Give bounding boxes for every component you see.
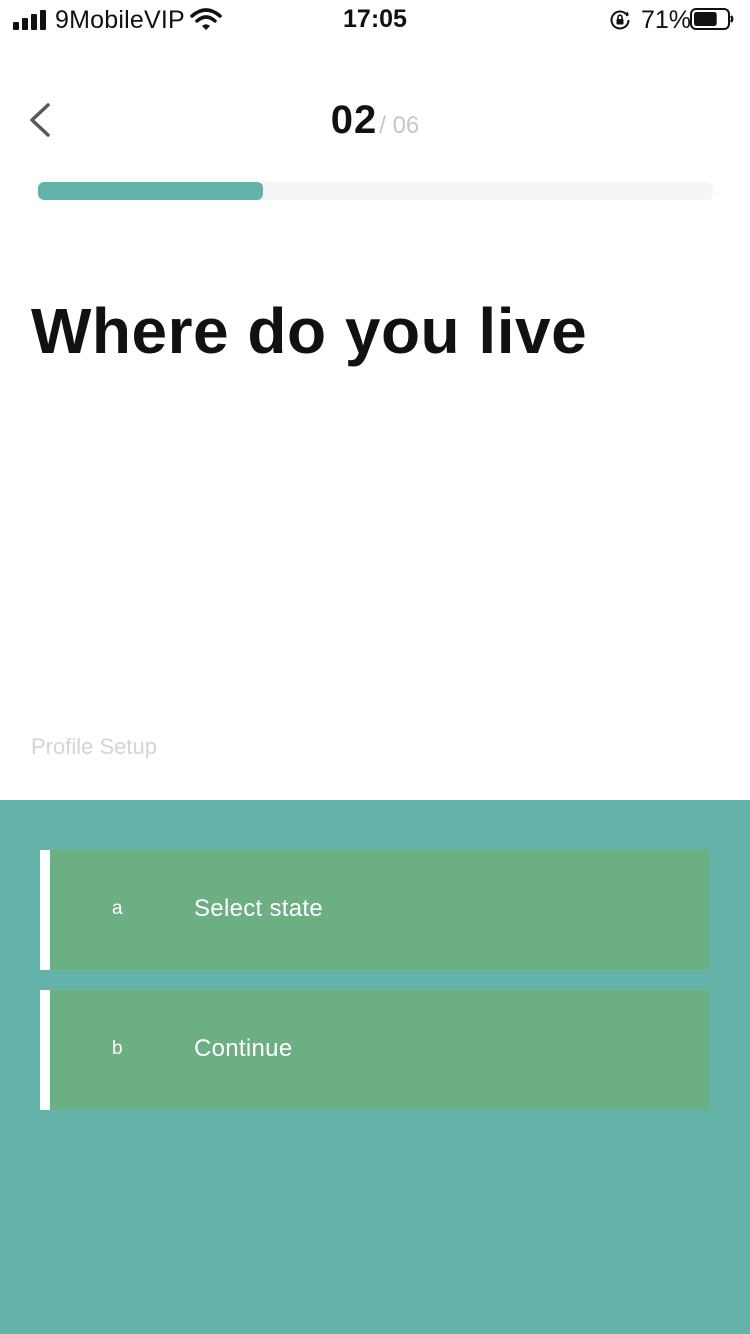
step-current: 02 (330, 98, 378, 142)
status-time: 17:05 (343, 5, 407, 33)
question-title: Where do you live (31, 295, 588, 367)
answer-panel: a Select state b Continue (0, 800, 750, 1334)
option-continue[interactable]: b Continue (40, 990, 710, 1110)
progress-bar-fill (38, 182, 263, 200)
status-bar: 9MobileVIP 17:05 71% (0, 0, 750, 40)
battery-icon (690, 8, 734, 30)
option-label: Select state (194, 895, 324, 922)
step-total: / 06 (379, 112, 420, 139)
section-label: Profile Setup (31, 734, 157, 759)
option-select-state[interactable]: a Select state (40, 850, 710, 970)
battery-percent: 71% (641, 6, 692, 34)
option-label: Continue (194, 1035, 293, 1062)
step-counter: 02/ 06 (0, 98, 750, 143)
rotation-lock-icon (610, 10, 630, 30)
option-key: b (112, 1038, 123, 1059)
progress-bar (38, 182, 713, 200)
option-key: a (112, 898, 123, 919)
